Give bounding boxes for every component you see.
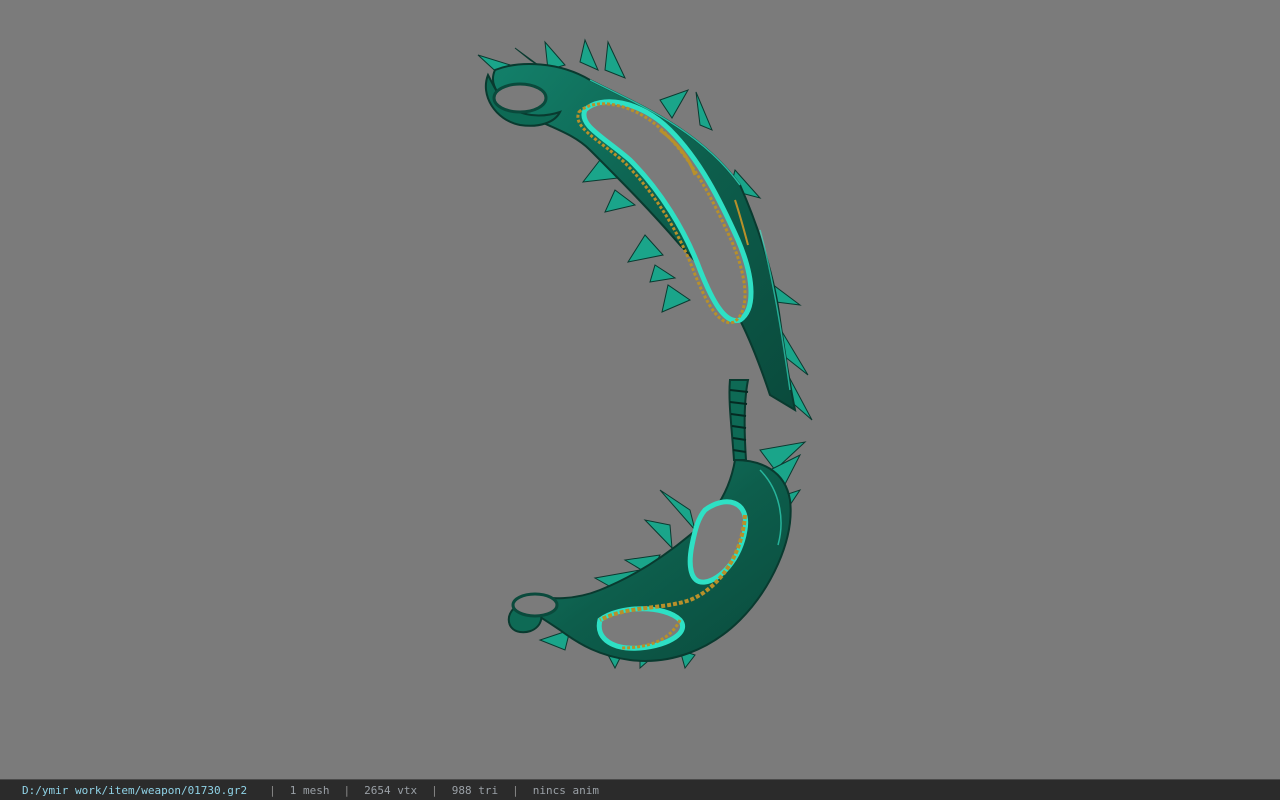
bow-lower-limb: [507, 441, 807, 670]
weapon-model-render: [477, 38, 813, 670]
bow-upper-limb: [477, 38, 813, 421]
bow-grip: [728, 379, 750, 461]
file-path-label: D:/ymir work/item/weapon/01730.gr2: [22, 783, 248, 797]
status-bar: D:/ymir work/item/weapon/01730.gr2 | 1 m…: [0, 779, 1280, 800]
mesh-count-label: 1 mesh: [289, 783, 330, 797]
status-separator: |: [269, 783, 276, 797]
3d-viewport[interactable]: [0, 0, 1280, 779]
vertex-count-label: 2654 vtx: [364, 783, 418, 797]
animation-status-label: nincs anim: [532, 783, 599, 797]
status-separator: |: [512, 783, 519, 797]
triangle-count-label: 988 tri: [451, 783, 499, 797]
status-separator: |: [343, 783, 351, 797]
status-separator: |: [431, 783, 438, 797]
